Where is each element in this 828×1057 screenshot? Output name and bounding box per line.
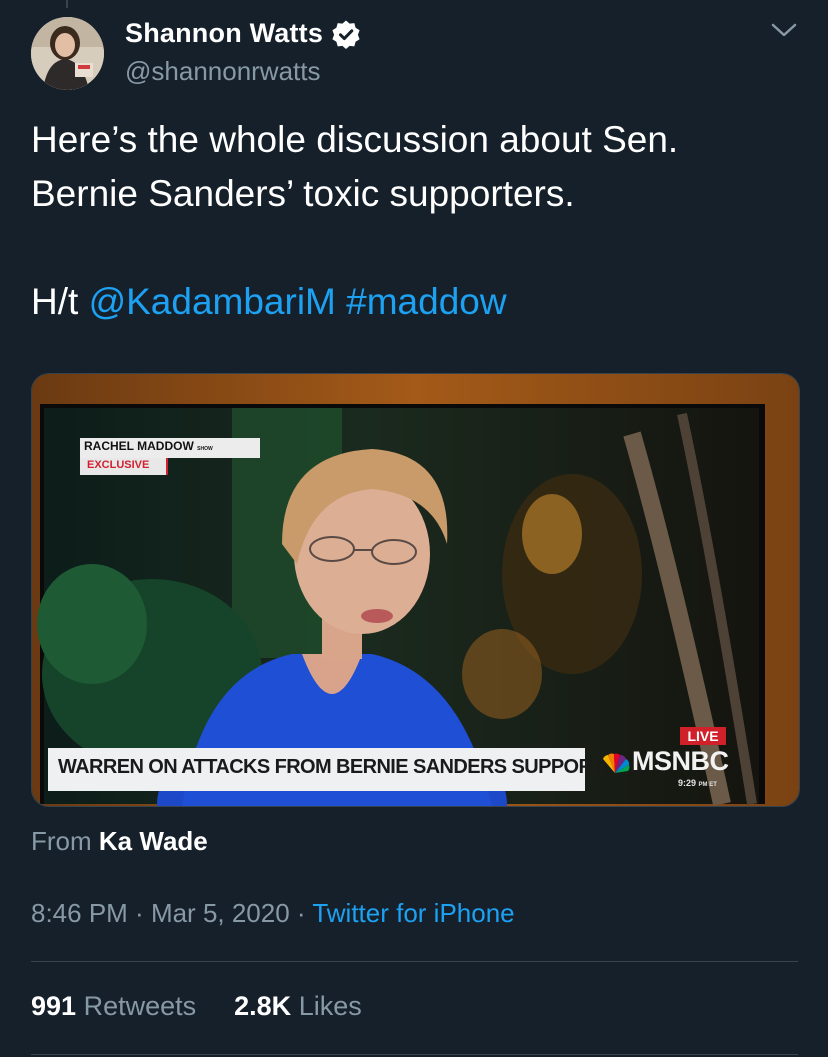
- hat-tip-prefix: H/t: [31, 281, 89, 322]
- meta-separator: ·: [127, 898, 151, 928]
- attribution-name[interactable]: Ka Wade: [99, 826, 208, 856]
- hashtag-link[interactable]: #maddow: [346, 281, 506, 322]
- media-attribution: From Ka Wade: [31, 826, 208, 857]
- tweet-text-line: H/t @KadambariM #maddow: [31, 275, 801, 329]
- attribution-prefix: From: [31, 826, 92, 856]
- divider: [31, 961, 798, 962]
- likes-label: Likes: [298, 991, 362, 1021]
- likes-count: 2.8K: [234, 991, 292, 1021]
- divider: [31, 1054, 798, 1055]
- retweets-stat[interactable]: 991 Retweets: [31, 991, 196, 1022]
- tweet-source-link[interactable]: Twitter for iPhone: [312, 898, 514, 928]
- thread-connector-line: [66, 0, 68, 8]
- avatar-photo: [31, 17, 104, 90]
- mention-link[interactable]: @KadambariM: [89, 281, 336, 322]
- user-handle[interactable]: @shannonrwatts: [125, 56, 321, 87]
- retweets-label: Retweets: [83, 991, 197, 1021]
- network-logo-text: MSNBC: [632, 746, 729, 776]
- chevron-down-icon[interactable]: [770, 20, 798, 40]
- broadcast-clock: 9:29 PM ET: [678, 778, 717, 788]
- display-name[interactable]: Shannon Watts: [125, 18, 323, 49]
- lower-third-text: WARREN ON ATTACKS FROM BERNIE SANDERS SU…: [58, 756, 644, 778]
- likes-stat[interactable]: 2.8K Likes: [234, 991, 362, 1022]
- engagement-stats: 991 Retweets 2.8K Likes: [31, 991, 362, 1022]
- show-name: RACHEL MADDOW SHOW: [84, 439, 213, 453]
- verified-badge-icon: [332, 20, 360, 49]
- peacock-logo-icon: [603, 753, 630, 773]
- retweets-count: 991: [31, 991, 77, 1021]
- meta-separator: ·: [289, 898, 313, 928]
- tweet-text: Here’s the whole discussion about Sen. B…: [31, 113, 801, 329]
- avatar[interactable]: [31, 17, 104, 90]
- tweet-date[interactable]: Mar 5, 2020: [151, 898, 290, 928]
- tweet-meta: 8:46 PM · Mar 5, 2020 · Twitter for iPho…: [31, 898, 515, 929]
- tweet-time[interactable]: 8:46 PM: [31, 898, 128, 928]
- exclusive-label: EXCLUSIVE: [87, 459, 150, 471]
- live-badge: LIVE: [680, 727, 726, 745]
- tweet-text-line: Here’s the whole discussion about Sen.: [31, 119, 679, 160]
- tweet-text-line: Bernie Sanders’ toxic supporters.: [31, 173, 575, 214]
- video-thumbnail[interactable]: RACHEL MADDOW SHOW EXCLUSIVE WARREN ON A…: [31, 373, 800, 807]
